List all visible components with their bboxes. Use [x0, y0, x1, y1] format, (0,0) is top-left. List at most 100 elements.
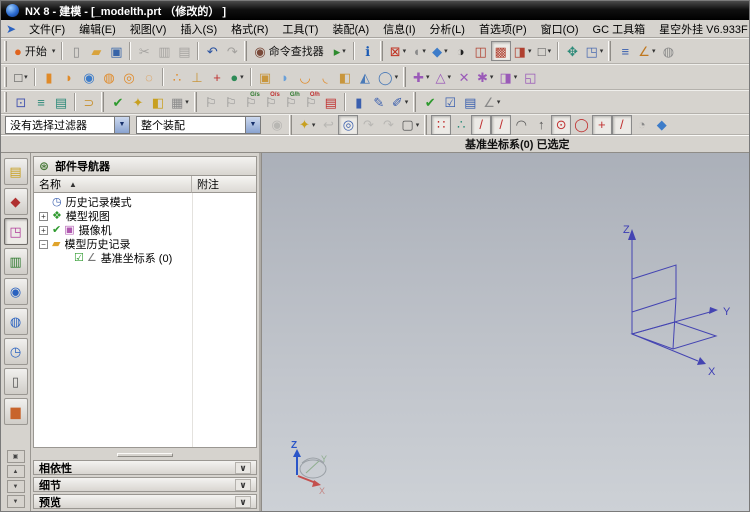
yz-plane[interactable]	[631, 264, 677, 313]
trim-body-button[interactable]: ◧	[335, 67, 355, 87]
snap-point-settings-button[interactable]: ∴	[451, 115, 471, 135]
chevron-down-icon[interactable]: ∨	[235, 495, 251, 508]
open-folder-button[interactable]: ▰	[86, 41, 106, 61]
chevron-down-icon[interactable]: ∨	[235, 478, 251, 491]
create-interpart-link-button[interactable]: ✦ ▾	[296, 115, 318, 135]
toolbar-grip[interactable]	[413, 92, 417, 112]
selection-scope-combo[interactable]: 整个装配 ▼	[136, 115, 261, 134]
edge-blend-button[interactable]: ◡	[295, 67, 315, 87]
orient-csys-button[interactable]: ∠ ▾	[635, 41, 658, 61]
parts-checklist-button[interactable]: ▤	[460, 92, 480, 112]
command-finder-button[interactable]: ◉ 命令查找器	[251, 41, 329, 61]
layer-settings-button[interactable]: ≡	[31, 92, 51, 112]
panel-resize-handle[interactable]	[117, 453, 173, 457]
pin-gh-button[interactable]: ⚐ G/h	[281, 92, 301, 112]
tree-item-datum-csys[interactable]: ☑ ∠ 基准坐标系 (0)	[34, 251, 256, 265]
toolbar-grip[interactable]	[424, 114, 428, 135]
process-studio-tab[interactable]: ▯	[3, 368, 28, 395]
tree-item-cameras[interactable]: + ✔ ▣ 摄像机	[34, 223, 256, 237]
point-on-face-button[interactable]: ◔	[632, 115, 652, 135]
brush-button[interactable]: ✐ ▾	[389, 92, 411, 112]
resource-menu-button[interactable]: ▼	[6, 495, 25, 508]
resize-face-button[interactable]: ✱ ▾	[474, 67, 496, 87]
offset-region-button[interactable]: ◨ ▾	[496, 67, 520, 87]
toolbar-grip[interactable]	[4, 67, 7, 87]
sketch-button[interactable]: □ ▾	[11, 67, 31, 87]
rectangle-select-button[interactable]: ▢ ▾	[398, 115, 422, 135]
dropdown-arrow-icon[interactable]: ▾	[52, 47, 56, 55]
datum-plane-button[interactable]: ⊥	[187, 67, 207, 87]
new-file-button[interactable]: ▯	[66, 41, 86, 61]
dof-pin-button[interactable]: ⚐	[201, 92, 221, 112]
scroll-down-button[interactable]: ▼	[6, 480, 25, 493]
existing-point-button[interactable]: +	[591, 114, 612, 135]
menu-item[interactable]: 插入(S)	[173, 20, 224, 38]
move-face-button[interactable]: ✚ ▾	[410, 67, 432, 87]
snapshot-button[interactable]: ◍	[658, 41, 678, 61]
scroll-up-button[interactable]: ▲	[6, 465, 25, 478]
section-dependencies[interactable]: 相依性 ∨	[33, 460, 257, 475]
menu-item[interactable]: GC 工具箱	[586, 20, 653, 38]
arc-center-button[interactable]: ⊙	[551, 114, 572, 135]
reuse-library-tab[interactable]: ▥	[3, 248, 28, 275]
collapse-icon[interactable]: −	[39, 239, 48, 249]
chamfer-button[interactable]: ◟	[315, 67, 335, 87]
check-mate-button[interactable]: ☑	[440, 92, 460, 112]
pen-button[interactable]: ✎	[369, 92, 389, 112]
save-button[interactable]: ▣	[106, 41, 126, 61]
graphics-window[interactable]: Z Y X Z Y X	[261, 153, 749, 511]
dropdown-arrow-icon[interactable]: ▾	[448, 73, 452, 81]
panel-pin-icon[interactable]: ⊛	[39, 159, 49, 173]
selection-filter-combo[interactable]: 没有选择过滤器 ▼	[5, 115, 130, 134]
history-tab[interactable]: ◷	[3, 338, 28, 365]
pin-oh-button[interactable]: ⚐ O/h	[301, 92, 321, 112]
move-to-layer-button[interactable]: ⊃	[79, 92, 99, 112]
section-details[interactable]: 细节 ∨	[33, 477, 257, 492]
revolve-button[interactable]: ◗	[59, 67, 79, 87]
fit-window-button[interactable]: ⊡	[11, 92, 31, 112]
csys-report-button[interactable]: ∠ ▾	[480, 92, 503, 112]
render-style-button[interactable]: ◑	[451, 41, 471, 61]
y-axis[interactable]	[631, 311, 711, 335]
extrude-button[interactable]: ▮	[39, 67, 59, 87]
chevron-down-icon[interactable]: ∨	[235, 461, 251, 474]
dropdown-arrow-icon[interactable]: ▾	[652, 47, 656, 55]
layer-category-button[interactable]: ▤	[51, 92, 71, 112]
toolbar-grip[interactable]	[244, 41, 248, 61]
dropdown-arrow-icon[interactable]: ▾	[403, 47, 407, 55]
dropdown-arrow-icon[interactable]: ▾	[312, 121, 316, 129]
web-browser-tab[interactable]: ◍	[3, 308, 28, 335]
assembly-constraints-button[interactable]: ✦	[128, 92, 148, 112]
checkbox-checked-icon[interactable]: ☑	[74, 252, 84, 264]
dropdown-arrow-icon[interactable]: ▾	[422, 47, 426, 55]
enable-snap-point-button[interactable]: ∷	[431, 114, 452, 135]
dropdown-arrow-icon[interactable]: ▾	[426, 73, 430, 81]
pad-button[interactable]: ◌	[139, 67, 159, 87]
replace-face-button[interactable]: ✕	[454, 67, 474, 87]
dof-pin-alt-button[interactable]: ⚐	[221, 92, 241, 112]
intersection-point-button[interactable]: ↑	[531, 115, 551, 135]
menu-item[interactable]: 工具(T)	[275, 20, 325, 38]
hd3d-tools-tab[interactable]: ◉	[3, 278, 28, 305]
sheet-body-button[interactable]: ◗	[275, 67, 295, 87]
menu-item[interactable]: 分析(L)	[423, 20, 472, 38]
start-button[interactable]: ● 开始 ▾	[11, 41, 58, 61]
layer-list-button[interactable]: ≡	[615, 41, 635, 61]
dropdown-arrow-icon[interactable]: ▾	[395, 73, 399, 81]
menu-item[interactable]: 格式(R)	[224, 20, 275, 38]
wave-geometry-linker-button[interactable]: ✔	[108, 92, 128, 112]
pattern-feature-button[interactable]: ∴	[167, 67, 187, 87]
part-navigator-tab[interactable]: ◳	[3, 218, 28, 245]
dropdown-arrow-icon[interactable]: ▾	[514, 73, 518, 81]
pin-os-button[interactable]: ⚐ O/s	[261, 92, 281, 112]
mid-point-button[interactable]: /	[491, 114, 512, 135]
clip-section-button[interactable]: ▩	[490, 41, 511, 61]
display-window-button[interactable]: ⊠ ▾	[387, 41, 409, 61]
dropdown-arrow-icon[interactable]: ▾	[416, 121, 420, 129]
dropdown-arrow-icon[interactable]: ▾	[240, 73, 244, 81]
toolbar-grip[interactable]	[289, 114, 292, 135]
sequence-button[interactable]: ▦ ▾	[168, 92, 192, 112]
menu-item[interactable]: 星空外挂 V6.933F	[652, 20, 750, 38]
menu-item[interactable]: 文件(F)	[22, 20, 72, 38]
toolbar-grip[interactable]	[101, 92, 104, 112]
